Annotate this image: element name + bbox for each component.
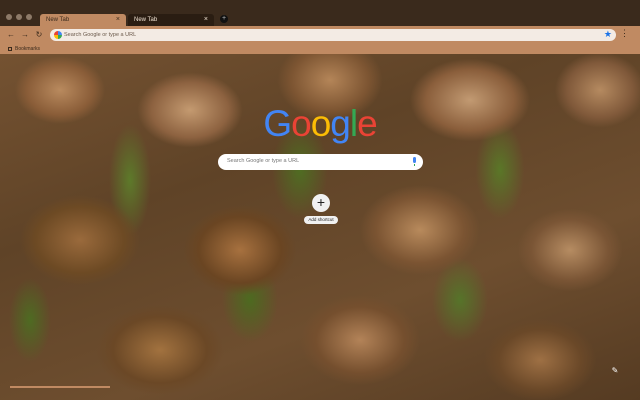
plus-icon: + (312, 194, 330, 212)
logo-letter: e (357, 103, 378, 144)
logo-letter: G (263, 103, 292, 144)
google-logo: G o o g l e (258, 104, 382, 144)
reload-icon[interactable]: ↻ (34, 30, 44, 40)
bookmarks-bar: Bookmarks (0, 44, 640, 54)
menu-dots-icon[interactable]: ⋮ (620, 28, 629, 39)
tab-close-icon[interactable]: × (116, 16, 120, 23)
close-window-icon[interactable] (6, 14, 12, 20)
folder-icon (8, 46, 12, 51)
bookmark-label: Bookmarks (15, 45, 41, 52)
window-controls (6, 14, 32, 20)
customize-pencil-icon[interactable]: ✎ (610, 366, 620, 376)
bottom-accent-bar (10, 386, 110, 388)
address-bar-placeholder: Search Google or type a URL (64, 31, 137, 38)
new-tab-button[interactable]: + (220, 15, 228, 23)
title-bar: New Tab × New Tab × + (0, 0, 640, 26)
mic-stem (413, 164, 415, 166)
tab-new-tab[interactable]: New Tab × (128, 14, 214, 26)
shortcut-label: Add shortcut (304, 216, 338, 224)
add-shortcut-tile[interactable]: + Add shortcut (301, 192, 341, 226)
tab-new-tab-active[interactable]: New Tab × (40, 14, 126, 26)
microphone-icon[interactable] (411, 157, 417, 167)
search-box[interactable]: Search Google or type a URL (218, 154, 423, 170)
minimize-window-icon[interactable] (16, 14, 22, 20)
mic-body (412, 157, 416, 163)
bookmark-star-icon[interactable]: ★ (604, 29, 612, 40)
forward-arrow-icon[interactable]: → (20, 30, 30, 40)
maximize-window-icon[interactable] (26, 14, 32, 20)
google-g-icon (54, 31, 62, 39)
logo-letter: o (291, 103, 312, 144)
logo-letter: o (310, 103, 332, 144)
address-bar[interactable]: Search Google or type a URL ★ (50, 29, 616, 41)
logo-letter: g (330, 103, 351, 144)
logo-letter: l (349, 103, 358, 144)
bookmark-item[interactable]: Bookmarks (8, 46, 40, 52)
back-arrow-icon[interactable]: ← (6, 30, 16, 40)
search-placeholder: Search Google or type a URL (227, 158, 300, 164)
tab-close-icon[interactable]: × (204, 16, 208, 23)
tab-label: New Tab (134, 17, 158, 23)
tab-label: New Tab (46, 17, 70, 23)
